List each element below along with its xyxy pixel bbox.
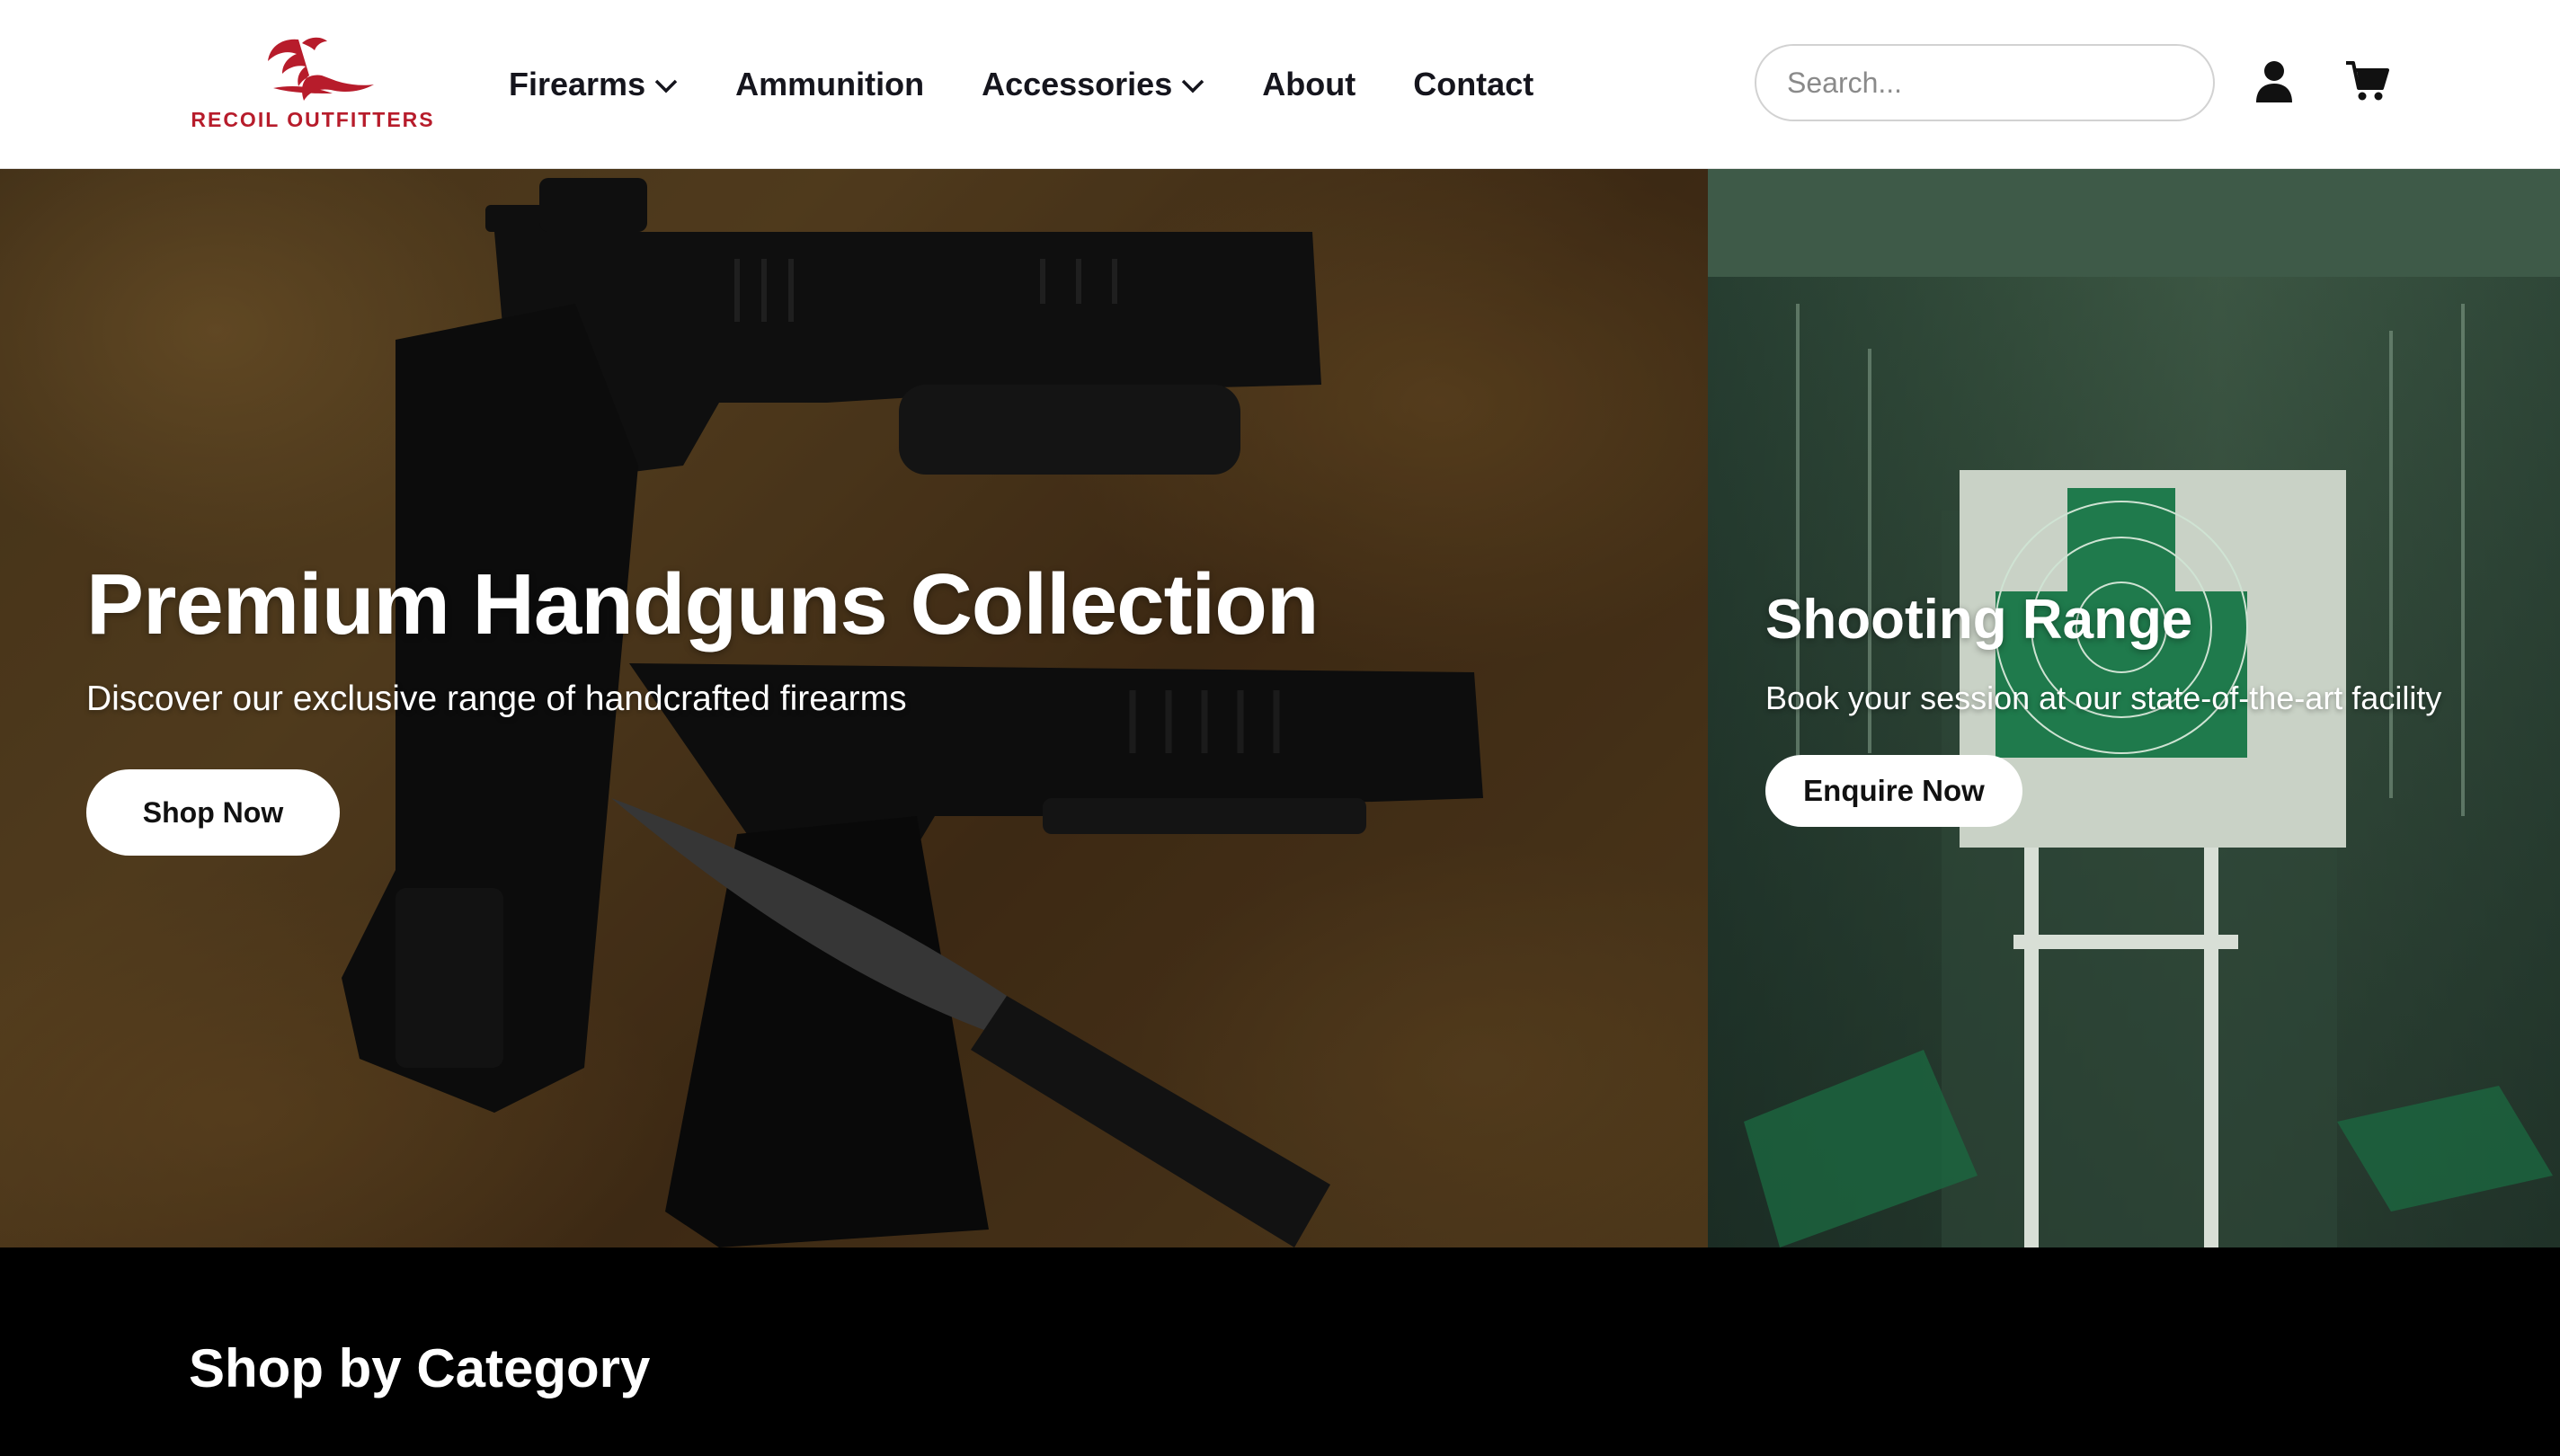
enquire-now-button[interactable]: Enquire Now <box>1765 755 2022 827</box>
hero-title: Premium Handguns Collection <box>86 556 1319 653</box>
brand-name: RECOIL OUTFITTERS <box>191 108 435 131</box>
search-input[interactable] <box>1755 44 2215 121</box>
brand-logo[interactable]: RECOIL OUTFITTERS <box>191 34 435 135</box>
chevron-down-icon <box>1181 79 1204 93</box>
category-section: Shop by Category <box>0 1247 2560 1456</box>
range-title: Shooting Range <box>1765 589 2193 651</box>
eagle-icon <box>268 37 374 101</box>
hero-subtitle: Discover our exclusive range of handcraf… <box>86 679 907 718</box>
range-subtitle: Book your session at our state-of-the-ar… <box>1765 679 2442 716</box>
hero-banner: Premium Handguns Collection Discover our… <box>0 169 2560 1247</box>
site-header: RECOIL OUTFITTERS Firearms Ammunition Ac… <box>0 0 2560 169</box>
nav-item-label: Contact <box>1413 66 1534 102</box>
nav-item-label: Ammunition <box>735 66 925 102</box>
nav-item-label: Accessories <box>982 66 1173 102</box>
chevron-down-icon <box>654 79 678 93</box>
cart-icon[interactable] <box>2344 58 2391 104</box>
nav-item-accessories[interactable]: Accessories <box>982 66 1204 103</box>
user-icon[interactable] <box>2251 58 2298 104</box>
nav-item-ammunition[interactable]: Ammunition <box>735 66 924 103</box>
main-nav: Firearms Ammunition Accessories About Co… <box>509 0 1533 169</box>
nav-item-about[interactable]: About <box>1262 66 1356 103</box>
nav-item-firearms[interactable]: Firearms <box>509 66 678 103</box>
section-title: Shop by Category <box>189 1338 651 1398</box>
nav-item-label: About <box>1262 66 1356 102</box>
nav-item-contact[interactable]: Contact <box>1413 66 1533 103</box>
shop-now-button[interactable]: Shop Now <box>86 769 340 856</box>
nav-item-label: Firearms <box>509 66 646 102</box>
